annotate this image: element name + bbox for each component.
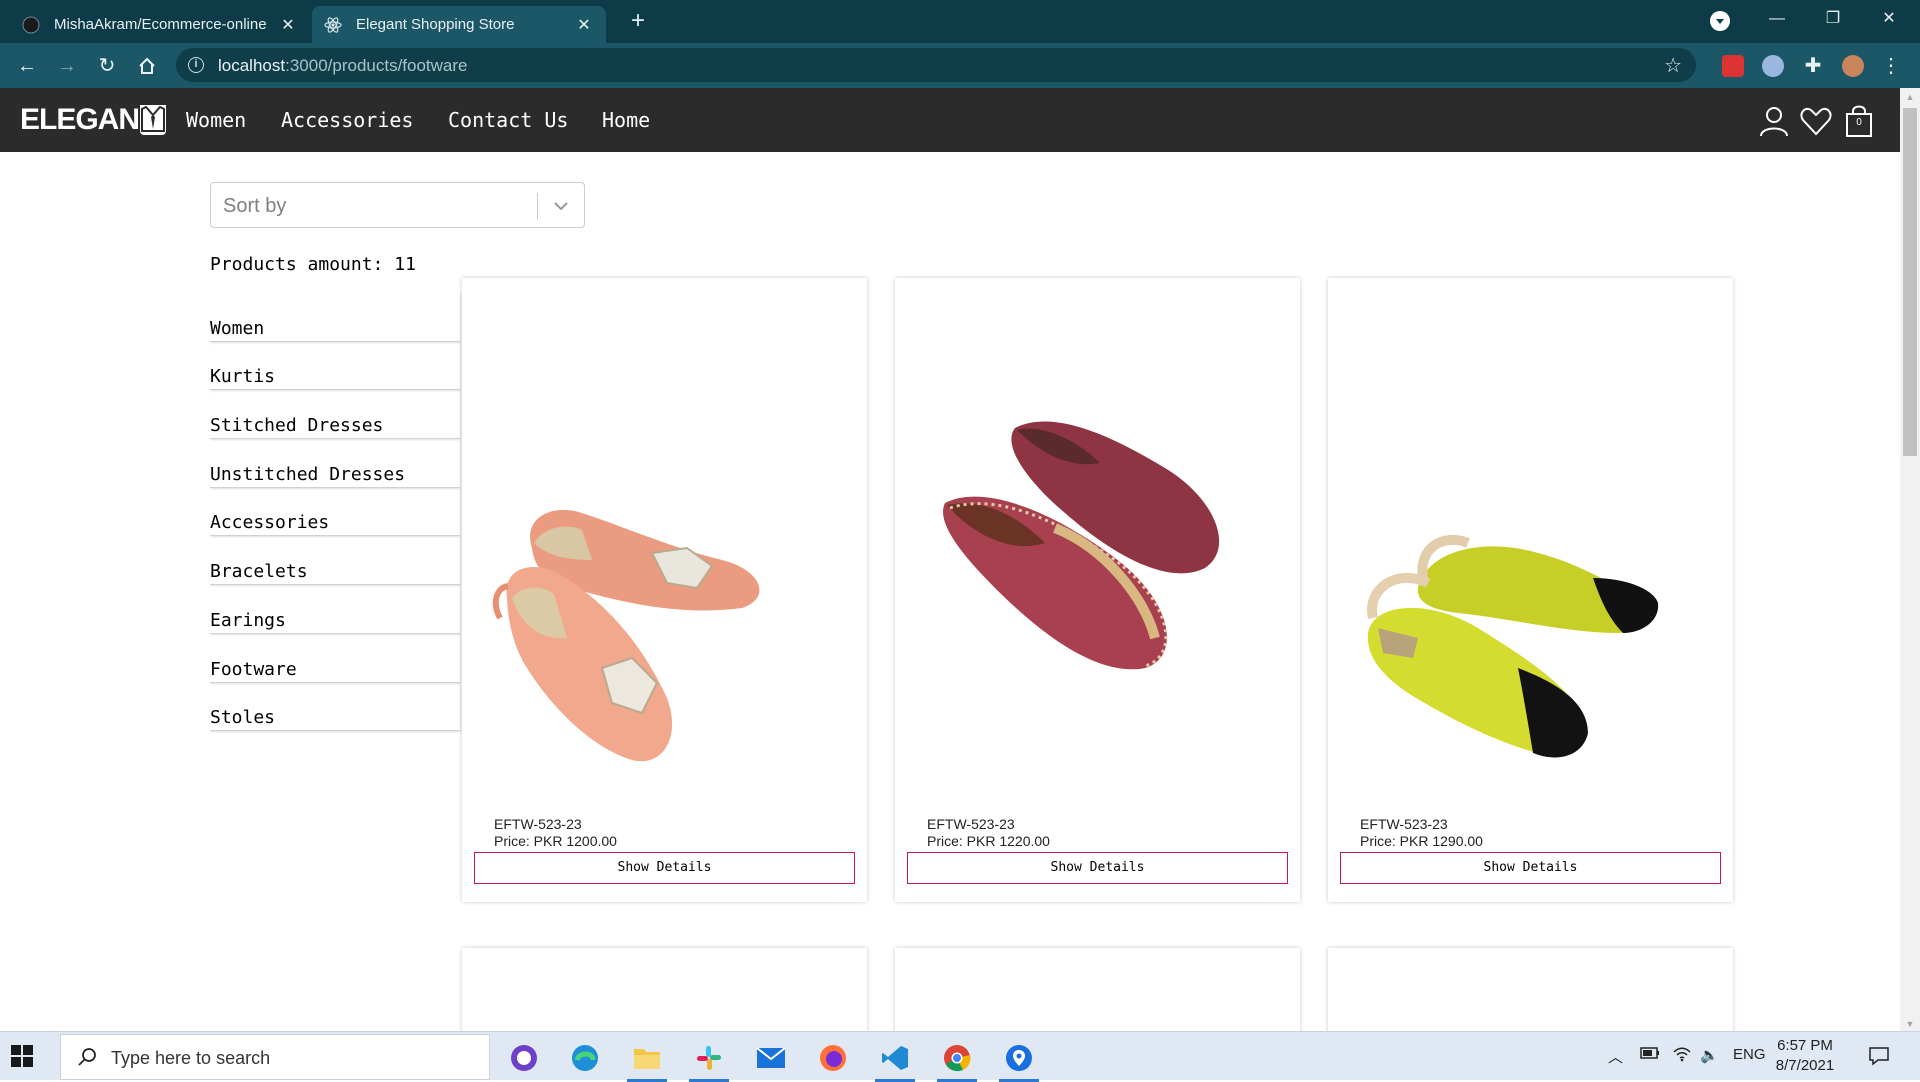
github-desktop-icon[interactable] bbox=[500, 1038, 548, 1078]
nav-link-women[interactable]: Women bbox=[186, 108, 246, 132]
shopping-bag-icon[interactable]: 0 bbox=[1842, 104, 1876, 138]
show-details-button[interactable]: Show Details bbox=[1340, 852, 1721, 884]
nav-link-home[interactable]: Home bbox=[602, 108, 650, 132]
maps-pin-icon[interactable] bbox=[995, 1038, 1043, 1082]
tab-elegant-shopping-store[interactable]: Elegant Shopping Store ✕ bbox=[312, 6, 606, 43]
sort-by-select[interactable]: Sort by bbox=[210, 182, 585, 228]
category-item-earings[interactable]: Earings bbox=[210, 585, 460, 634]
mail-icon[interactable] bbox=[747, 1038, 795, 1078]
products-amount: Products amount: 11 bbox=[210, 254, 416, 275]
language-indicator[interactable]: ENG bbox=[1733, 1046, 1766, 1063]
user-icon[interactable] bbox=[1757, 104, 1791, 138]
search-icon bbox=[77, 1047, 97, 1067]
home-icon[interactable] bbox=[132, 51, 162, 81]
category-item-stoles[interactable]: Stoles bbox=[210, 683, 460, 732]
windows-taskbar: Type here to search ︿ 🔈 ENG 6:57 PM 8/7/… bbox=[0, 1031, 1920, 1082]
tab-search-icon[interactable] bbox=[1710, 11, 1730, 31]
browser-tab-bar: MishaAkram/Ecommerce-online ✕ Elegant Sh… bbox=[0, 0, 1920, 43]
scroll-up-icon[interactable]: ▲ bbox=[1905, 92, 1915, 102]
edge-icon[interactable] bbox=[561, 1038, 609, 1078]
taskbar-clock[interactable]: 6:57 PM 8/7/2021 bbox=[1770, 1036, 1840, 1076]
product-card: EFTW-523-23 Price: PKR 1200.00 Show Deta… bbox=[462, 278, 867, 902]
show-details-button[interactable]: Show Details bbox=[907, 852, 1288, 884]
menu-kebab-icon[interactable]: ⋮ bbox=[1880, 55, 1902, 77]
category-item-accessories[interactable]: Accessories bbox=[210, 488, 460, 537]
product-price: Price: PKR 1200.00 bbox=[494, 833, 617, 849]
reload-icon[interactable]: ↻ bbox=[92, 51, 122, 81]
tab-github[interactable]: MishaAkram/Ecommerce-online ✕ bbox=[10, 6, 310, 43]
logo-shirt-icon bbox=[140, 105, 167, 135]
firefox-icon[interactable] bbox=[809, 1038, 857, 1078]
product-code: EFTW-523-23 bbox=[494, 816, 582, 832]
category-item-kurtis[interactable]: Kurtis bbox=[210, 342, 460, 391]
category-sidebar: Women Kurtis Stitched Dresses Unstitched… bbox=[210, 293, 460, 732]
extension-icon[interactable] bbox=[1762, 55, 1784, 77]
volume-icon[interactable]: 🔈 bbox=[1700, 1046, 1719, 1064]
site-header: ELEGAN Women Accessories Contact Us Home… bbox=[0, 88, 1900, 152]
product-price: Price: PKR 1220.00 bbox=[927, 833, 1050, 849]
bookmark-star-icon[interactable]: ☆ bbox=[1664, 53, 1682, 78]
site-logo[interactable]: ELEGAN bbox=[20, 101, 167, 139]
extension-icon[interactable] bbox=[1722, 55, 1744, 77]
react-icon bbox=[324, 16, 342, 34]
new-tab-button[interactable]: + bbox=[624, 8, 652, 36]
chevron-down-icon[interactable] bbox=[550, 195, 572, 217]
product-image[interactable] bbox=[1338, 298, 1723, 858]
category-item-women[interactable]: Women bbox=[210, 293, 460, 342]
scrollbar-thumb[interactable] bbox=[1903, 108, 1917, 456]
scroll-down-icon[interactable]: ▼ bbox=[1905, 1019, 1915, 1029]
slack-icon[interactable] bbox=[685, 1038, 733, 1082]
close-window-button[interactable]: ✕ bbox=[1866, 0, 1912, 40]
minimize-button[interactable]: — bbox=[1754, 0, 1800, 40]
close-icon[interactable]: ✕ bbox=[278, 15, 298, 35]
wifi-icon[interactable] bbox=[1672, 1046, 1692, 1066]
windows-start-icon[interactable] bbox=[10, 1044, 34, 1068]
product-code: EFTW-523-23 bbox=[1360, 816, 1448, 832]
product-code: EFTW-523-23 bbox=[927, 816, 1015, 832]
product-card: EFTW-523-23 Price: PKR 1220.00 Show Deta… bbox=[895, 278, 1300, 902]
select-separator bbox=[537, 193, 538, 219]
chrome-icon[interactable] bbox=[933, 1038, 981, 1082]
product-image[interactable] bbox=[472, 298, 857, 858]
category-item-stitched-dresses[interactable]: Stitched Dresses bbox=[210, 390, 460, 440]
restore-button[interactable]: ❐ bbox=[1810, 0, 1856, 40]
tab-title: Elegant Shopping Store bbox=[356, 16, 515, 33]
heart-icon[interactable] bbox=[1799, 104, 1833, 138]
category-item-unstitched-dresses[interactable]: Unstitched Dresses bbox=[210, 439, 460, 488]
category-item-footware[interactable]: Footware bbox=[210, 634, 460, 683]
github-icon bbox=[22, 16, 40, 34]
vscode-icon[interactable] bbox=[871, 1038, 919, 1082]
nav-link-contact-us[interactable]: Contact Us bbox=[448, 108, 568, 132]
category-item-bracelets[interactable]: Bracelets bbox=[210, 536, 460, 586]
battery-icon[interactable] bbox=[1640, 1046, 1660, 1063]
address-bar[interactable]: i localhost:3000/products/footware ☆ bbox=[176, 48, 1696, 82]
browser-toolbar: ← → ↻ i localhost:3000/products/footware… bbox=[0, 43, 1920, 88]
cart-count: 0 bbox=[1856, 117, 1862, 128]
url-text: localhost:3000/products/footware bbox=[218, 56, 468, 75]
extensions-puzzle-icon[interactable]: ✚ bbox=[1802, 55, 1824, 77]
product-image[interactable] bbox=[905, 298, 1290, 858]
nav-link-accessories[interactable]: Accessories bbox=[281, 108, 413, 132]
back-icon[interactable]: ← bbox=[12, 51, 42, 81]
site-info-icon[interactable]: i bbox=[188, 57, 204, 73]
page-scrollbar[interactable]: ▲ ▼ bbox=[1900, 88, 1920, 1031]
file-explorer-icon[interactable] bbox=[623, 1038, 671, 1082]
taskbar-search-input[interactable]: Type here to search bbox=[60, 1034, 490, 1080]
product-price: Price: PKR 1290.00 bbox=[1360, 833, 1483, 849]
notifications-icon[interactable] bbox=[1868, 1046, 1890, 1070]
forward-icon[interactable]: → bbox=[52, 51, 82, 81]
product-card: EFTW-523-23 Price: PKR 1290.00 Show Deta… bbox=[1328, 278, 1733, 902]
avatar[interactable] bbox=[1842, 55, 1864, 77]
show-details-button[interactable]: Show Details bbox=[474, 852, 855, 884]
tab-title: MishaAkram/Ecommerce-online bbox=[54, 16, 267, 33]
chevron-up-icon[interactable]: ︿ bbox=[1608, 1046, 1623, 1067]
close-icon[interactable]: ✕ bbox=[574, 15, 594, 35]
